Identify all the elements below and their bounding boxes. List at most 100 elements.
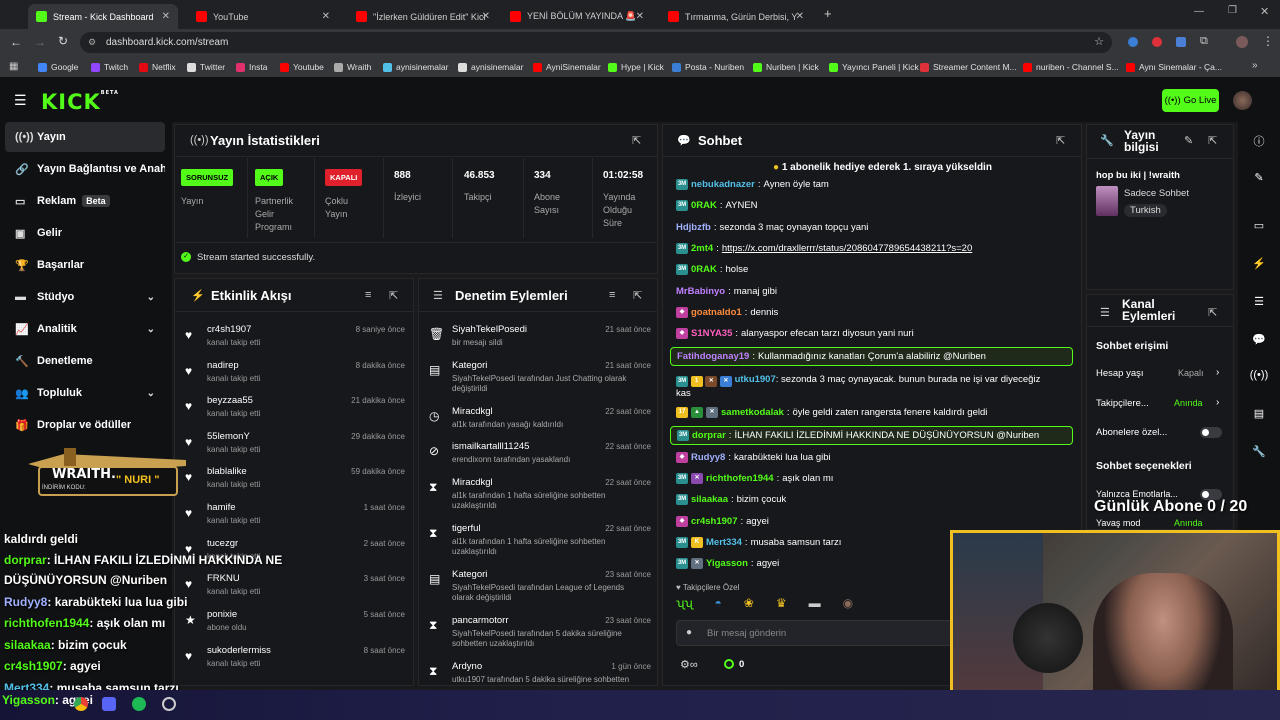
sidebar-item-analitik[interactable]: 📈 Analitik ⌄ — [5, 314, 165, 344]
bookmark-aynisinemalar[interactable]: aynisinemalar — [383, 56, 448, 78]
emote-icon[interactable]: ʯʯ — [676, 596, 693, 614]
settings-icon[interactable]: ⚙∞ — [680, 658, 698, 671]
edit-icon[interactable]: ✎ — [1246, 164, 1272, 190]
info-icon[interactable]: ⓘ — [1246, 128, 1272, 154]
bookmark-aynisinemalar-x[interactable]: aynisinemalar — [458, 56, 523, 78]
chat-input[interactable]: ● Bir mesaj gönderin — [676, 620, 956, 646]
list-item[interactable]: 🗑 SiyahTekelPosedi bir mesajı sildi 21 saat… — [419, 321, 657, 357]
list-item[interactable]: ⧗ tigerful al1k tarafından 1 hafta süreliğ… — [419, 520, 657, 564]
bookmark-nuriben-channel[interactable]: nuriben - Channel S... — [1023, 56, 1119, 78]
popout-icon[interactable]: ⇱ — [632, 134, 641, 147]
list-item[interactable]: ♥ hamife kanalı takip etti 1 saat önce — [175, 499, 413, 535]
subs-only-toggle[interactable] — [1200, 427, 1222, 438]
spotify-taskbar-icon[interactable] — [132, 697, 146, 711]
popout-icon[interactable]: ⇱ — [1208, 134, 1217, 147]
maximize-icon[interactable]: ❐ — [1228, 5, 1237, 16]
chat-message[interactable]: 3M 1 ✕ ✕ utku1907: sezonda 3 maç oynayac… — [676, 373, 1056, 400]
chat-link[interactable]: https://x.com/draxllerrr/status/20860477… — [722, 243, 972, 254]
emote-icon[interactable]: ❀ — [744, 596, 754, 614]
chat-message[interactable]: MrBabinyo: manaj gibi — [676, 286, 777, 297]
new-tab-icon[interactable]: + — [824, 6, 832, 21]
bookmark-streamer-content[interactable]: Streamer Content M... — [920, 56, 1017, 78]
go-live-button[interactable]: ((•)) Go Live — [1162, 89, 1219, 112]
list-item[interactable]: ♥ beyzzaa55 kanalı takip etti 21 dakika önc… — [175, 392, 413, 428]
bookmark-ayni-sinemalar[interactable]: Aynı Sinemalar - Ça... — [1126, 56, 1222, 78]
bookmark-nuriben-kick[interactable]: Nuriben | Kick — [753, 56, 819, 78]
sidebar-item-topluluk[interactable]: 👥 Topluluk ⌄ — [5, 378, 165, 408]
bookmark-hype-kick[interactable]: Hype | Kick — [608, 56, 664, 78]
extension-icon[interactable] — [1128, 37, 1138, 47]
tab-kick-dashboard[interactable]: Stream - Kick Dashboard ✕ — [28, 4, 178, 29]
list-item[interactable]: ♥ cr4sh1907 kanalı takip etti 8 saniye önce — [175, 321, 413, 357]
list-item[interactable]: ⧗ Ardyno utku1907 tarafından 5 dakika süre… — [419, 658, 657, 685]
extensions-puzzle-icon[interactable]: ⧉ — [1200, 35, 1208, 48]
close-tab-icon[interactable]: ✕ — [162, 11, 170, 22]
url-input[interactable]: ⚙ dashboard.kick.com/stream ☆ — [80, 32, 1112, 53]
chat-message[interactable]: Hdjbzfb: sezonda 3 maç oynayan topçu yani — [676, 222, 868, 233]
close-tab-icon[interactable]: ✕ — [796, 11, 804, 22]
bookmark-youtube[interactable]: Youtube — [280, 56, 324, 78]
tab-video-2[interactable]: YENİ BÖLÜM YAYINDA 🚨 @O✕ — [502, 4, 652, 29]
minimize-icon[interactable]: — — [1194, 6, 1204, 17]
chrome-taskbar-icon[interactable] — [74, 697, 88, 711]
chat-message[interactable]: 3M 0RAK: holse — [676, 264, 748, 275]
list-item[interactable]: ♥ blablalike kanalı takip etti 59 dakika ön… — [175, 463, 413, 499]
list-item[interactable]: ♥ 55lemonY kanalı takip etti 29 dakika önce — [175, 428, 413, 464]
list-icon[interactable]: ☰ — [1246, 288, 1272, 314]
chat-message[interactable]: 3M 2mt4: https://x.com/draxllerrr/status/2… — [676, 243, 972, 254]
edit-icon[interactable]: ✎ — [1184, 134, 1193, 147]
chat-message[interactable]: ◆ cr4sh1907: agyei — [676, 516, 769, 527]
bookmark-netflix[interactable]: Netflix — [139, 56, 176, 78]
emote-icon[interactable]: ◓ — [715, 596, 722, 614]
list-item[interactable]: ♥ sukoderlermiss kanalı takip etti 8 saat ö… — [175, 642, 413, 678]
sidebar-item-stream-key[interactable]: 🔗Yayın Bağlantısı ve Anahtarı — [5, 154, 165, 184]
popout-icon[interactable]: ⇱ — [1056, 134, 1065, 147]
more-bookmarks-icon[interactable]: » — [1252, 60, 1258, 71]
emote-icon[interactable]: ◉ — [843, 596, 853, 614]
list-item[interactable]: ▤ Kategori SiyahTekelPosedi tarafından Jus… — [419, 357, 657, 401]
broadcast-icon[interactable]: ((•)) — [1246, 362, 1272, 388]
list-item[interactable]: ▤ Kategori SiyahTekelPosedi tarafından Lea… — [419, 566, 657, 610]
chat-message[interactable]: 17 ▲ ✕ sametkodalak: öyle geldi zaten ranger… — [676, 407, 987, 418]
bookmark-wraith[interactable]: Wraith — [334, 56, 371, 78]
chat-message[interactable]: 3M nebukadnazer: Aynen öyle tam — [676, 179, 829, 190]
list-item[interactable]: ⧗ Miracdkgl al1k tarafından 1 hafta süreli… — [419, 474, 657, 518]
chat-message[interactable]: ◆ Rudyy8: karabükteki lua lua gibi — [676, 452, 831, 463]
forward-icon[interactable]: → — [34, 35, 46, 49]
extension-icon[interactable] — [1152, 37, 1162, 47]
emote-icon[interactable]: ▬ — [809, 596, 821, 614]
tab-video-1[interactable]: "İzlerken Güldüren Edit" Kick & ✕ — [348, 4, 498, 29]
chat-message-highlighted[interactable]: Fatihdoganay19: Kullanmadığınız kanatları… — [670, 347, 1073, 366]
bookmark-insta[interactable]: Insta — [236, 56, 267, 78]
obs-taskbar-icon[interactable] — [162, 697, 176, 711]
list-item[interactable]: ★ ponixie abone oldu 5 saat önce — [175, 606, 413, 642]
list-item[interactable]: ♥ FRKNU kanalı takip etti 3 saat önce — [175, 570, 413, 606]
apps-grid-icon[interactable]: ▦ — [9, 61, 18, 72]
back-icon[interactable]: ← — [10, 35, 22, 49]
close-tab-icon[interactable]: ✕ — [636, 11, 644, 22]
chat-message[interactable]: 3M 0RAK: AYNEN — [676, 200, 758, 211]
chat-message[interactable]: ◆ goatnaldo1: dennis — [676, 307, 778, 318]
actions-icon[interactable]: ▤ — [1246, 400, 1272, 426]
sidebar-item-studyo[interactable]: ▬ Stüdyo ⌄ — [5, 282, 165, 312]
sidebar-item-reklam[interactable]: ▭ Reklam Beta — [5, 186, 165, 216]
tab-youtube[interactable]: YouTube ✕ — [188, 4, 338, 29]
bookmark-yayinci-paneli[interactable]: Yayıncı Paneli | Kick — [829, 56, 919, 78]
filter-icon[interactable]: ≡ — [609, 289, 615, 301]
close-tab-icon[interactable]: ✕ — [482, 11, 490, 22]
lightning-icon[interactable]: ⚡ — [1246, 250, 1272, 276]
sidebar-item-basarilar[interactable]: 🏆 Başarılar — [5, 250, 165, 280]
bookmark-twitter[interactable]: Twitter — [187, 56, 225, 78]
followers-only-select[interactable]: Anında — [1174, 398, 1203, 408]
wrench-icon[interactable]: 🔧 — [1246, 438, 1272, 464]
chat-message[interactable]: ◆ S1NYA35: alanyaspor efecan tarzı diyosun… — [676, 328, 914, 339]
chat-message[interactable]: 3M K Mert334: musaba samsun tarzı — [676, 537, 841, 548]
chat-message[interactable]: 3M ✕ Yigasson: agyei — [676, 558, 779, 569]
sidebar-item-gelir[interactable]: ▣ Gelir — [5, 218, 165, 248]
bookmark-twitch[interactable]: Twitch — [91, 56, 128, 78]
popout-icon[interactable]: ⇱ — [633, 289, 642, 302]
bookmark-aynisinemalar-yt[interactable]: AyniSinemalar — [533, 56, 601, 78]
extension-icon[interactable] — [1176, 37, 1186, 47]
reload-icon[interactable]: ↻ — [58, 34, 68, 48]
bookmark-posta[interactable]: Posta - Nuriben — [672, 56, 744, 78]
